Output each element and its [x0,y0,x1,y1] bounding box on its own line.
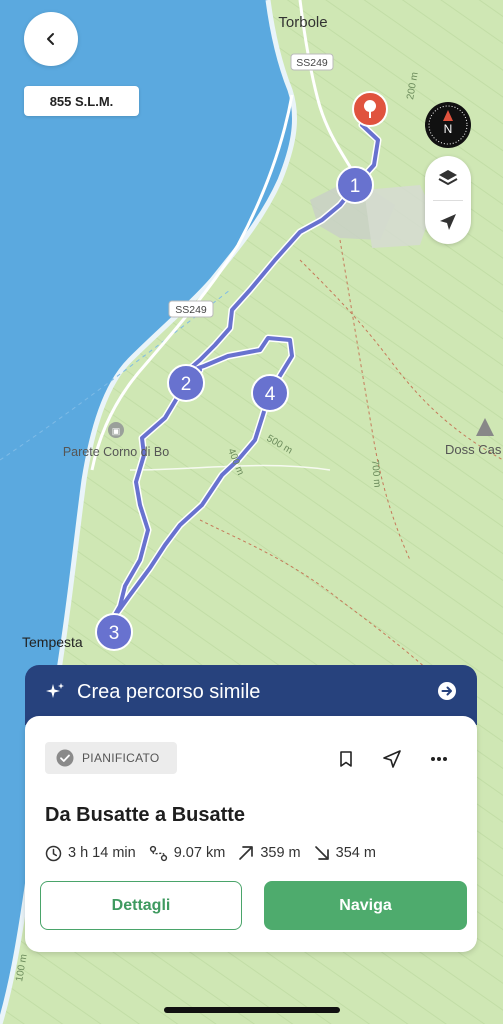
svg-text:2: 2 [181,374,192,395]
locate-button[interactable] [425,200,471,244]
check-circle-icon [56,749,74,767]
more-horizontal-icon [431,757,447,761]
svg-text:Parete Corno di Bo: Parete Corno di Bo [63,445,169,459]
altitude-badge: 855 S.L.M. [24,86,139,116]
clock-icon [45,845,62,861]
banner-label: Crea percorso simile [77,681,261,703]
camera-icon: ▣ [112,426,121,436]
route-distance-icon [149,845,167,861]
waypoint-2[interactable]: 2 [167,364,205,402]
svg-text:Doss Cas: Doss Cas [445,442,502,457]
bookmark-button[interactable] [332,746,360,772]
descent-value: 354 m [335,845,376,861]
sparkles-icon [46,683,64,698]
route-title: Da Busatte a Busatte [45,804,246,826]
svg-text:1: 1 [350,176,361,197]
duration-stat: 3 h 14 min [45,845,136,862]
layers-icon [438,170,458,186]
back-button[interactable] [24,12,78,66]
ascent-stat: 359 m [238,845,301,861]
compass-button[interactable]: N [425,102,471,148]
route-card: PIANIFICATO Da Busatte a Busatte 3 h 14 … [25,716,477,952]
layers-button[interactable] [425,156,471,200]
road-badge-top: SS249 [290,53,334,71]
svg-text:SS249: SS249 [175,304,207,316]
bookmark-icon [340,751,352,767]
road-badge-middle: SS249 [168,300,214,318]
share-button[interactable] [378,746,406,772]
ascent-value: 359 m [260,845,301,861]
start-pin-icon[interactable] [352,91,388,127]
status-badge: PIANIFICATO [45,742,177,774]
arrow-right-circle-icon[interactable] [437,681,457,701]
map-controls [425,156,471,244]
send-icon [383,750,401,768]
home-indicator [164,1007,340,1013]
route-stats: 3 h 14 min 9.07 km 359 m 354 m [45,842,389,864]
svg-text:3: 3 [109,623,120,644]
navigate-button[interactable]: Naviga [264,881,467,930]
more-options-button[interactable] [425,746,453,772]
svg-text:SS249: SS249 [296,57,328,69]
place-label-tempesta: Tempesta [22,634,83,650]
waypoint-3[interactable]: 3 [95,613,133,651]
descent-stat: 354 m [314,845,376,861]
svg-text:4: 4 [265,384,276,405]
compass-icon: N [428,105,468,145]
location-arrow-icon [440,214,456,230]
place-label-torbole: Torbole [278,14,327,31]
status-label: PIANIFICATO [82,751,160,765]
arrow-up-right-icon [239,846,254,860]
duration-value: 3 h 14 min [68,845,136,861]
compass-letter: N [444,122,453,136]
waypoint-4[interactable]: 4 [251,374,289,412]
details-button[interactable]: Dettagli [40,881,242,930]
arrow-down-right-icon [314,846,329,860]
waypoint-1[interactable]: 1 [336,166,374,204]
chevron-left-icon [47,33,54,45]
distance-value: 9.07 km [173,845,226,861]
distance-stat: 9.07 km [149,845,226,862]
